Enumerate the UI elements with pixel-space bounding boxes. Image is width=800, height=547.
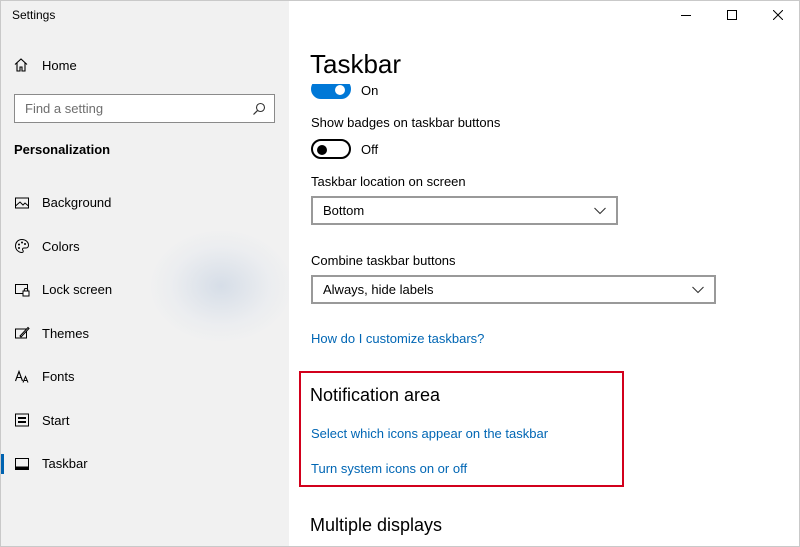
section-title: Personalization (14, 142, 111, 157)
minimize-icon (681, 15, 691, 16)
search-input[interactable]: Find a setting (25, 101, 252, 116)
start-icon (14, 412, 30, 428)
toggle-knob (335, 85, 345, 95)
home-nav-item[interactable]: Home (13, 53, 273, 77)
maximize-button[interactable] (709, 1, 755, 29)
themes-icon (14, 325, 30, 341)
sidebar: Settings Home Find a setting Personaliza… (1, 1, 289, 546)
home-icon (13, 57, 29, 73)
badges-toggle[interactable] (311, 139, 351, 159)
toggle-overlap (311, 78, 353, 84)
search-icon[interactable] (252, 102, 266, 116)
fonts-icon (14, 369, 30, 385)
combine-dropdown[interactable]: Always, hide labels (311, 275, 716, 304)
palette-icon (14, 238, 30, 254)
chevron-down-icon (692, 286, 704, 293)
app-title: Settings (12, 8, 56, 22)
toggle-state-on: On (361, 83, 379, 98)
customize-taskbars-link[interactable]: How do I customize taskbars? (311, 331, 484, 346)
sidebar-item-label: Taskbar (42, 456, 88, 472)
home-label: Home (42, 57, 77, 73)
toggle-knob (317, 145, 327, 155)
taskbar-icon (14, 456, 30, 472)
sidebar-item-label: Start (42, 412, 70, 428)
settings-window: Settings Home Find a setting Personaliza… (0, 0, 800, 547)
minimize-button[interactable] (663, 1, 709, 29)
close-icon (773, 10, 783, 20)
sidebar-nav: Background Colors Lock screen Themes Fon… (1, 181, 289, 486)
location-dropdown[interactable]: Bottom (311, 196, 618, 225)
lock-screen-icon (14, 282, 30, 298)
combine-value: Always, hide labels (323, 282, 434, 297)
location-label: Taskbar location on screen (311, 174, 466, 189)
sidebar-item-start[interactable]: Start (1, 399, 289, 443)
highlight-box (299, 371, 624, 487)
multiple-displays-heading: Multiple displays (310, 515, 443, 535)
maximize-icon (727, 10, 737, 20)
sidebar-item-themes[interactable]: Themes (1, 312, 289, 356)
sidebar-item-label: Fonts (42, 369, 75, 385)
picture-icon (14, 195, 30, 211)
location-value: Bottom (323, 203, 365, 218)
combine-label: Combine taskbar buttons (311, 253, 456, 268)
sidebar-item-label: Lock screen (42, 282, 113, 298)
window-caption-buttons (663, 1, 799, 29)
sidebar-item-colors[interactable]: Colors (1, 225, 289, 269)
sidebar-item-lock-screen[interactable]: Lock screen (1, 268, 289, 312)
chevron-down-icon (594, 207, 606, 214)
sidebar-item-background[interactable]: Background (1, 181, 289, 225)
search-box[interactable]: Find a setting (14, 94, 275, 123)
close-button[interactable] (755, 1, 799, 29)
sidebar-item-label: Colors (42, 238, 80, 254)
badges-state: Off (361, 142, 379, 157)
sidebar-item-label: Background (42, 195, 112, 211)
sidebar-item-label: Themes (42, 325, 89, 341)
badges-label: Show badges on taskbar buttons (311, 115, 501, 130)
sidebar-item-fonts[interactable]: Fonts (1, 355, 289, 399)
page-title: Taskbar (310, 49, 402, 79)
sidebar-item-taskbar[interactable]: Taskbar (1, 442, 289, 486)
